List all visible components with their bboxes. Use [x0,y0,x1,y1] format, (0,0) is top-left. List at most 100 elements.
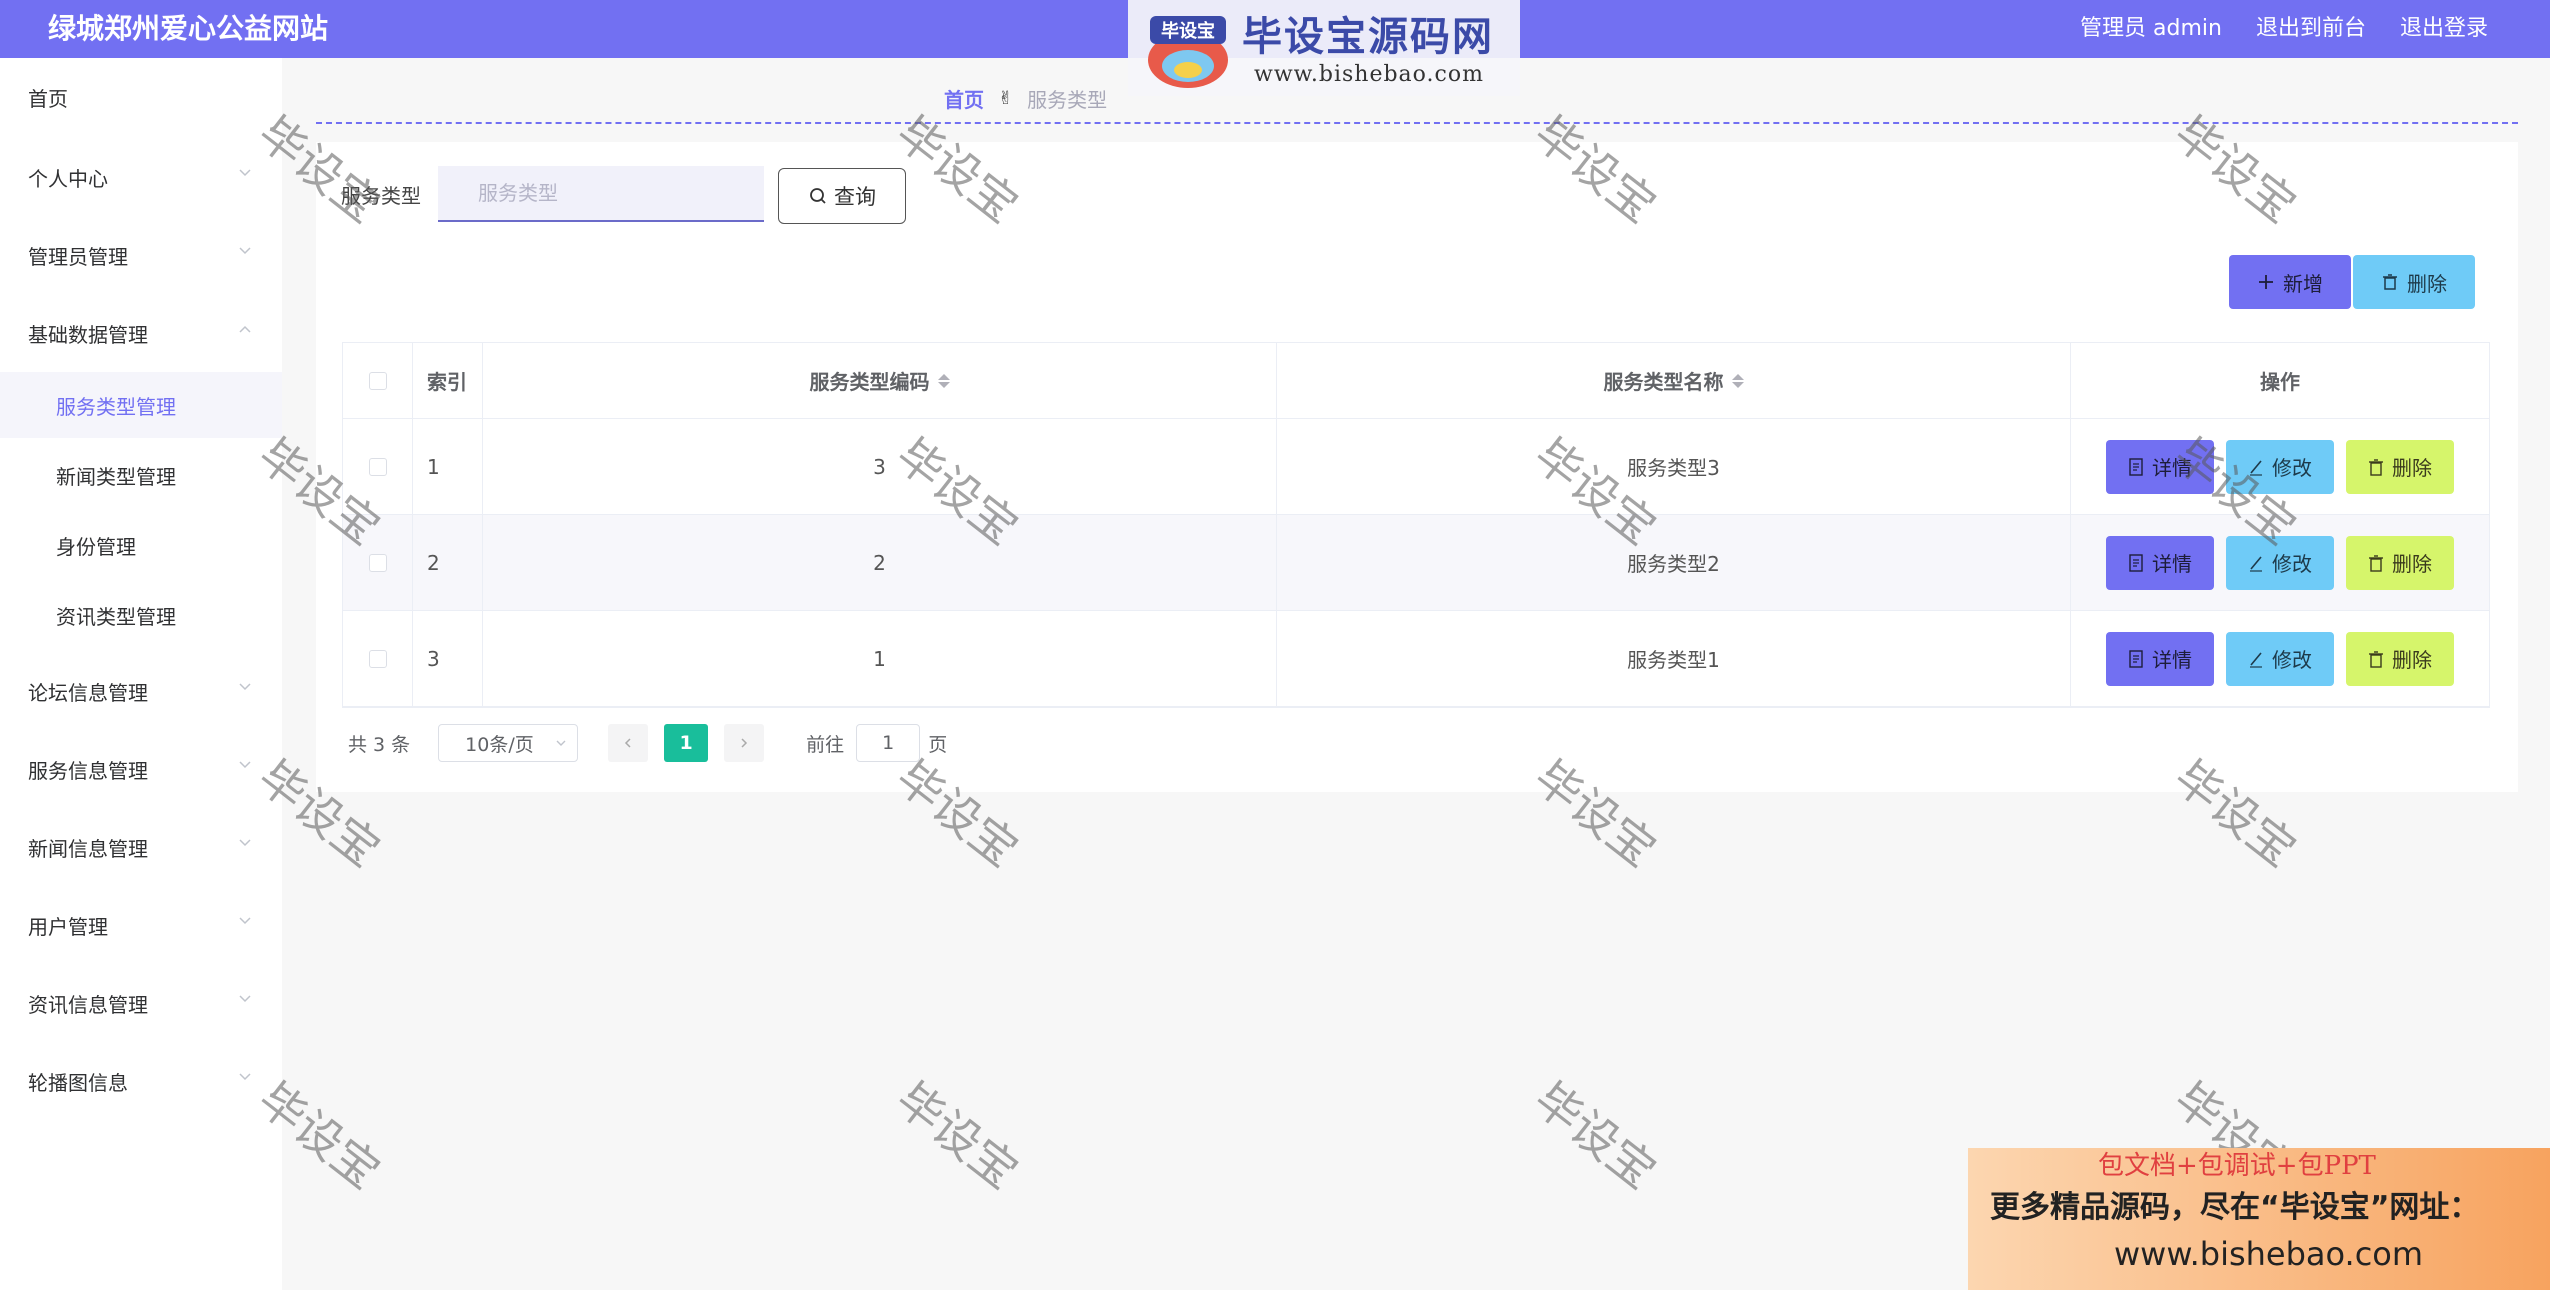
delete-label: 删除 [2392,648,2432,672]
sidebar-item-service-info[interactable]: 服务信息管理 [0,738,282,800]
sidebar-item-forum[interactable]: 论坛信息管理 [0,660,282,722]
row-index: 2 [413,515,483,610]
trash-icon [2369,554,2383,572]
chevron-right-icon [741,738,748,748]
row-checkbox[interactable] [368,457,387,476]
site-title: 绿城郑州爱心公益网站 [48,12,329,45]
delete-button[interactable]: 删除 [2346,631,2454,686]
header-name-label: 服务类型名称 [1603,370,1724,394]
row-name: 服务类型3 [1277,419,2071,514]
sidebar-item-personal-center[interactable]: 个人中心 [0,146,282,208]
row-code: 3 [483,419,1277,514]
sidebar-item-label: 论坛信息管理 [28,680,148,705]
detail-button[interactable]: 详情 [2106,631,2214,686]
edit-label: 修改 [2272,456,2312,480]
delete-button[interactable]: 删除 [2346,439,2454,494]
sidebar-item-label: 服务信息管理 [28,758,148,783]
chevron-down-icon [239,761,251,769]
sidebar-item-carousel[interactable]: 轮播图信息 [0,1050,282,1112]
chevron-left-icon [625,738,631,748]
prev-page-button[interactable] [608,724,649,762]
admin-user-label[interactable]: 管理员 admin [2080,12,2222,46]
sidebar-item-news-info[interactable]: 新闻信息管理 [0,816,282,878]
row-code: 1 [483,611,1277,706]
trash-icon [2369,650,2383,668]
row-checkbox[interactable] [368,553,387,572]
chevron-down-icon [239,169,251,177]
breadcrumb-separator-icon: ✌ [998,88,1014,109]
search-button[interactable]: 查询 [778,168,906,224]
page-size-select[interactable]: 10条/页 [438,724,579,762]
row-checkbox-cell [343,515,413,610]
header-ops: 操作 [2260,370,2300,394]
logo-icon: 毕设宝 [1148,16,1228,88]
pencil-icon [2250,555,2262,572]
header-name[interactable]: 服务类型名称 [1277,343,2071,418]
sidebar-item-identity[interactable]: 身份管理 [0,512,282,578]
select-all-checkbox[interactable] [368,371,387,390]
sidebar-item-home[interactable]: 首页 [0,66,282,128]
logo-name: 毕设宝源码网 [1242,14,1494,60]
sidebar-item-label: 管理员管理 [28,244,128,269]
header-code[interactable]: 服务类型编码 [483,343,1277,418]
sidebar: 首页 个人中心 管理员管理 基础数据管理 服务类型管理 新闻类型管理 身份管理 … [0,58,282,1290]
row-actions: 详情 修改 删除 [2071,515,2489,610]
edit-button[interactable]: 修改 [2226,439,2334,494]
sidebar-item-users[interactable]: 用户管理 [0,894,282,956]
promo-line-2: 更多精品源码，尽在“毕设宝”网址： [1990,1190,2480,1225]
breadcrumb-home[interactable]: 首页 [944,84,984,113]
sort-icon[interactable] [937,373,950,388]
batch-delete-button[interactable]: 删除 [2353,255,2475,309]
document-icon [2129,457,2143,476]
search-icon [810,188,826,204]
page-number-current[interactable]: 1 [664,724,709,762]
goto-page-input[interactable]: 1 [856,724,921,762]
logout-link[interactable]: 退出登录 [2400,12,2488,46]
row-checkbox-cell [343,611,413,706]
header-code-label: 服务类型编码 [809,370,930,394]
pencil-icon [2250,459,2262,476]
edit-button[interactable]: 修改 [2226,631,2334,686]
sidebar-item-label: 身份管理 [56,534,136,559]
delete-button[interactable]: 删除 [2346,535,2454,590]
detail-button[interactable]: 详情 [2106,439,2214,494]
sidebar-item-label: 服务类型管理 [56,394,176,419]
plus-icon [2259,275,2273,289]
add-button[interactable]: 新增 [2229,255,2351,309]
sort-icon[interactable] [1731,373,1744,388]
next-page-button[interactable] [724,724,765,762]
row-checkbox-cell [343,419,413,514]
chevron-down-icon [239,683,251,691]
chevron-down-icon [556,740,566,746]
edit-label: 修改 [2272,648,2312,672]
row-checkbox[interactable] [368,649,387,668]
row-name: 服务类型2 [1277,515,2071,610]
trash-icon [2383,274,2397,290]
promo-banner[interactable]: 包文档+包调试+包PPT 更多精品源码，尽在“毕设宝”网址： www.bishe… [1968,1148,2550,1290]
search-button-label: 查询 [834,185,876,209]
chevron-down-icon [239,917,251,925]
chevron-up-icon [239,325,251,333]
exit-to-front-link[interactable]: 退出到前台 [2256,12,2366,46]
page-suffix: 页 [928,733,948,756]
sidebar-item-admin-management[interactable]: 管理员管理 [0,224,282,286]
sidebar-item-basic-data[interactable]: 基础数据管理 [0,302,282,364]
table-header: 索引 服务类型编码 服务类型名称 操作 [343,343,2489,419]
sidebar-item-info-management[interactable]: 资讯信息管理 [0,972,282,1034]
sidebar-item-label: 资讯信息管理 [28,992,148,1017]
sidebar-item-info-type[interactable]: 资讯类型管理 [0,582,282,648]
edit-label: 修改 [2272,552,2312,576]
sidebar-item-service-type[interactable]: 服务类型管理 [0,372,282,438]
row-actions: 详情 修改 删除 [2071,419,2489,514]
service-type-search-input[interactable] [438,166,764,222]
row-name: 服务类型1 [1277,611,2071,706]
sidebar-item-label: 基础数据管理 [28,322,148,347]
breadcrumb: 首页 ✌ 服务类型 [944,84,1107,113]
logo-watermark: 毕设宝 毕设宝源码网 www.bishebao.com [1128,0,1520,96]
detail-button[interactable]: 详情 [2106,535,2214,590]
chevron-down-icon [239,247,251,255]
row-code: 2 [483,515,1277,610]
promo-url: www.bishebao.com [2114,1235,2424,1273]
sidebar-item-news-type[interactable]: 新闻类型管理 [0,442,282,508]
edit-button[interactable]: 修改 [2226,535,2334,590]
